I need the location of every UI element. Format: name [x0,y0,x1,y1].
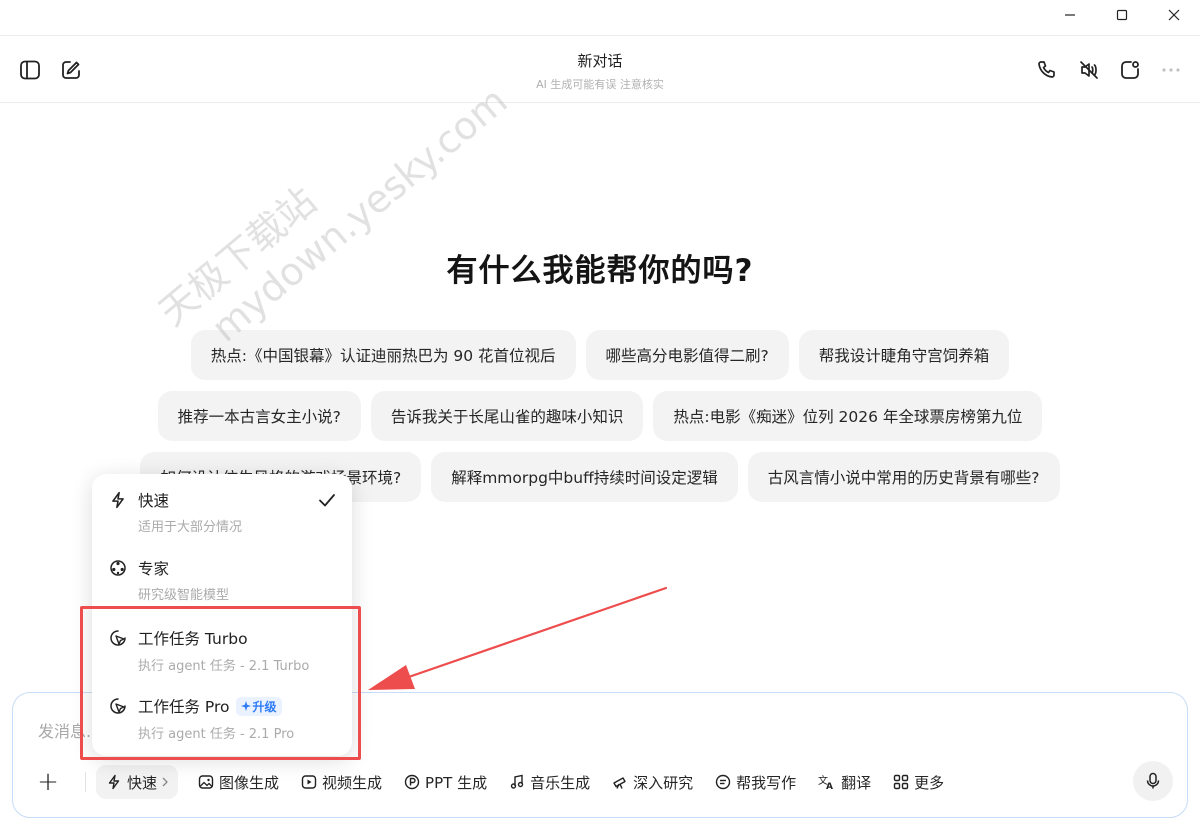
annotation-arrow [368,586,668,690]
